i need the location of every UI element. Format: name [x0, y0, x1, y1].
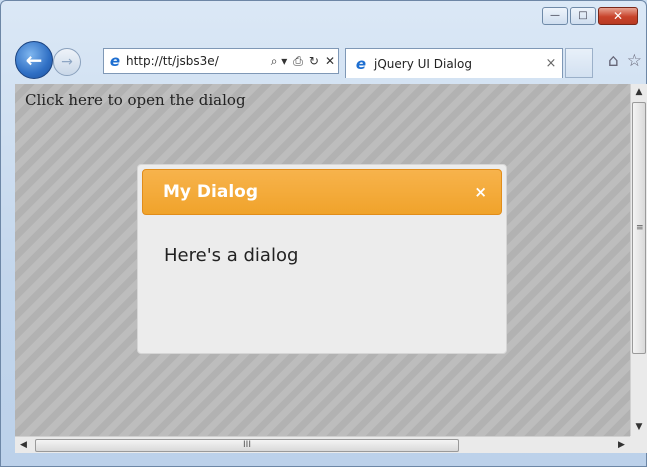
address-bar[interactable]: e http://tt/jsbs3e/ ⌕ ▾ ⎙ ↻ ✕ — [103, 48, 339, 74]
ie-page-icon: e — [109, 52, 121, 70]
scroll-up-arrow-icon[interactable]: ▲ — [631, 84, 647, 101]
compatibility-view-icon[interactable]: ⎙ — [290, 54, 306, 69]
horizontal-scrollbar[interactable]: ◀ III ▶ — [15, 436, 630, 453]
caption-buttons: — □ ✕ — [542, 7, 638, 25]
close-tab-icon[interactable]: × — [540, 56, 562, 71]
maximize-button[interactable]: □ — [570, 7, 596, 25]
dialog-title: My Dialog — [163, 182, 259, 202]
navigation-bar: ← → e http://tt/jsbs3e/ ⌕ ▾ ⎙ ↻ ✕ e jQue… — [13, 41, 646, 79]
grip-icon: ≡ — [636, 223, 644, 233]
stop-icon[interactable]: ✕ — [322, 54, 338, 68]
new-tab-button[interactable] — [565, 48, 593, 78]
scroll-left-arrow-icon[interactable]: ◀ — [15, 437, 32, 453]
horizontal-scroll-thumb[interactable]: III — [35, 439, 459, 452]
open-dialog-link[interactable]: Click here to open the dialog — [25, 91, 246, 109]
toolbar-icons: ⌂ ☆ — [608, 51, 642, 71]
page-viewport: Click here to open the dialog My Dialog … — [15, 84, 630, 436]
browser-window: — □ ✕ ← → e http://tt/jsbs3e/ ⌕ ▾ ⎙ ↻ ✕ … — [0, 0, 647, 467]
scroll-right-arrow-icon[interactable]: ▶ — [613, 437, 630, 453]
address-url[interactable]: http://tt/jsbs3e/ — [124, 54, 268, 68]
tab-jquery-ui-dialog[interactable]: e jQuery UI Dialog × — [345, 48, 563, 78]
ie-tab-icon: e — [355, 54, 367, 73]
minimize-button[interactable]: — — [542, 7, 568, 25]
close-window-button[interactable]: ✕ — [598, 7, 638, 25]
home-icon[interactable]: ⌂ — [608, 51, 619, 71]
scrollbar-corner — [630, 436, 647, 453]
dialog: My Dialog × Here's a dialog — [137, 164, 507, 354]
dialog-titlebar[interactable]: My Dialog × — [142, 169, 502, 215]
vertical-scrollbar[interactable]: ▲ ≡ ▼ — [630, 84, 647, 436]
forward-button[interactable]: → — [53, 48, 81, 76]
dialog-close-icon[interactable]: × — [474, 183, 487, 201]
refresh-icon[interactable]: ↻ — [306, 54, 322, 68]
scroll-down-arrow-icon[interactable]: ▼ — [631, 419, 647, 436]
tab-title: jQuery UI Dialog — [374, 56, 472, 71]
dialog-body-text: Here's a dialog — [164, 245, 299, 266]
search-dropdown-icon[interactable]: ⌕ ▾ — [268, 54, 291, 69]
favorites-star-icon[interactable]: ☆ — [627, 51, 642, 71]
vertical-scroll-thumb[interactable]: ≡ — [632, 102, 646, 354]
back-button[interactable]: ← — [15, 41, 53, 79]
